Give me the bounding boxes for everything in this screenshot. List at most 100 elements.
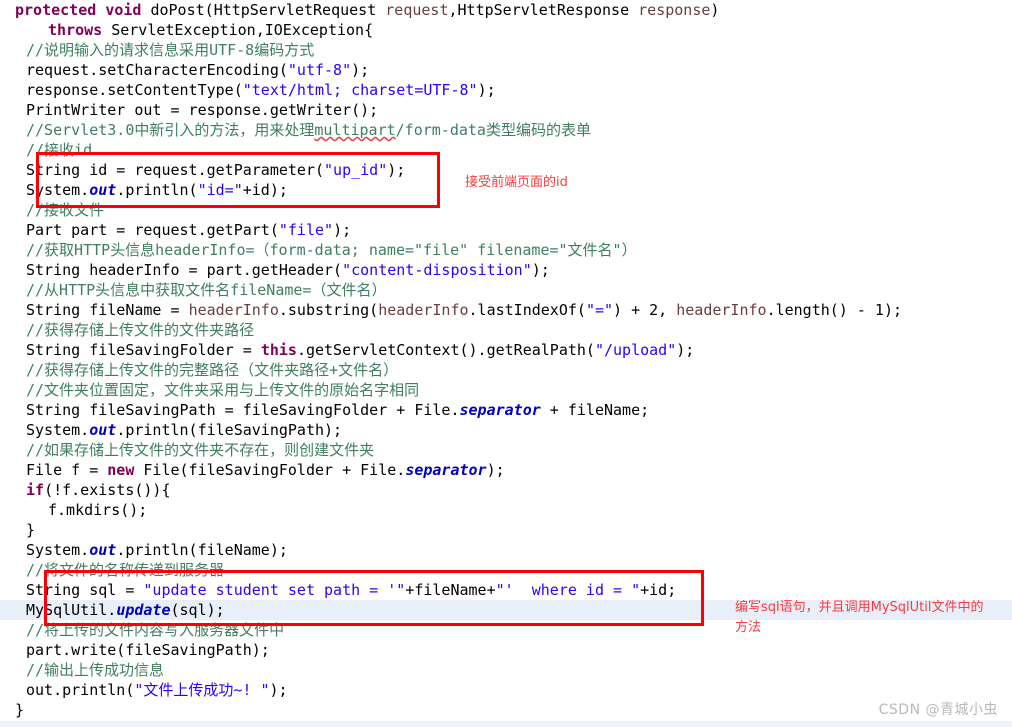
code-token: ); <box>486 461 505 479</box>
code-token: ); <box>477 81 496 99</box>
code-token: sql = <box>80 581 144 599</box>
receive-id-note: 接受前端页面的id <box>465 175 568 190</box>
code-token: .substring( <box>278 301 379 319</box>
code-token: void <box>105 1 142 19</box>
code-line[interactable]: //将文件的名称传递到服务器 <box>0 560 1012 580</box>
code-token: String <box>26 301 81 319</box>
code-line[interactable]: f.mkdirs(); <box>0 500 1012 520</box>
code-token: separator <box>405 461 487 479</box>
code-line[interactable]: System.out.println(fileName); <box>0 540 1012 560</box>
code-line[interactable]: //文件夹位置固定，文件夹采用与上传文件的原始名字相同 <box>0 380 1012 400</box>
code-token: request <box>385 1 449 19</box>
code-token: request.setCharacterEncoding( <box>26 61 288 79</box>
code-token: //获取HTTP头信息headerInfo=（form-data; name="… <box>26 241 637 259</box>
code-line[interactable]: out.println("文件上传成功~! "); <box>0 680 1012 700</box>
code-line[interactable]: String sql = "update student set path = … <box>0 580 1012 600</box>
code-line[interactable]: //获取HTTP头信息headerInfo=（form-data; name="… <box>0 240 1012 260</box>
code-line[interactable]: String fileSavingFolder = this.getServle… <box>0 340 1012 360</box>
code-token: PrintWriter <box>26 101 126 119</box>
code-token: String <box>26 261 81 279</box>
code-editor-screenshot: protected void doPost(HttpServletRequest… <box>0 0 1012 727</box>
code-token: "text/html; charset=UTF-8" <box>242 81 478 99</box>
code-line[interactable]: //获得存储上传文件的文件夹路径 <box>0 320 1012 340</box>
code-token: //Servlet3.0中新引入的方法，用来处理 <box>26 121 315 139</box>
code-line[interactable]: Part part = request.getPart("file"); <box>0 220 1012 240</box>
code-token: headerInfo <box>676 301 767 319</box>
code-token: //将文件的名称传递到服务器 <box>26 561 225 579</box>
code-line[interactable]: //Servlet3.0中新引入的方法，用来处理multipart/form-d… <box>0 120 1012 140</box>
code-token: String <box>26 341 81 359</box>
code-line[interactable]: throws ServletException,IOException{ <box>0 20 1012 40</box>
code-token: ); <box>676 341 695 359</box>
code-token: response.setContentType( <box>26 81 243 99</box>
code-token: .println(fileSavingPath); <box>116 421 343 439</box>
code-line[interactable]: //输出上传成功信息 <box>0 660 1012 680</box>
code-token: out <box>89 421 117 439</box>
code-token: .println(fileName); <box>116 541 288 559</box>
code-line[interactable]: File f = new File(fileSavingFolder + Fil… <box>0 460 1012 480</box>
code-token: this <box>260 341 297 359</box>
code-token: (!f.exists()){ <box>44 481 171 499</box>
code-token: } <box>15 701 25 719</box>
code-line[interactable]: request.setCharacterEncoding("utf-8"); <box>0 60 1012 80</box>
code-line[interactable]: } <box>0 520 1012 540</box>
code-line[interactable]: String fileSavingPath = fileSavingFolder… <box>0 400 1012 420</box>
bottom-strip <box>0 721 1012 727</box>
code-line[interactable]: System.out.println(fileSavingPath); <box>0 420 1012 440</box>
code-token: .println( <box>116 181 198 199</box>
code-token: //文件夹位置固定，文件夹采用与上传文件的原始名字相同 <box>26 381 420 399</box>
code-line[interactable]: //获得存储上传文件的完整路径（文件夹路径+文件名） <box>0 360 1012 380</box>
code-token: System. <box>26 541 90 559</box>
code-token: update <box>116 601 171 619</box>
code-token: . <box>107 601 117 619</box>
code-token: File <box>414 401 451 419</box>
code-line[interactable]: response.setContentType("text/html; char… <box>0 80 1012 100</box>
code-token: ); <box>333 221 352 239</box>
code-token: +id); <box>242 181 288 199</box>
code-token: throws <box>48 21 103 39</box>
code-token: id = request.getParameter( <box>80 161 325 179</box>
code-token: doPost( <box>141 1 214 19</box>
code-token: (sql); <box>170 601 225 619</box>
code-token: (fileSavingFolder + <box>179 461 361 479</box>
code-line[interactable]: part.write(fileSavingPath); <box>0 640 1012 660</box>
code-line[interactable]: //说明输入的请求信息采用UTF-8编码方式 <box>0 40 1012 60</box>
code-line[interactable]: protected void doPost(HttpServletRequest… <box>0 0 1012 20</box>
code-token: //获得存储上传文件的完整路径（文件夹路径+文件名） <box>26 361 399 379</box>
csdn-watermark: CSDN @青城小虫 <box>878 702 998 718</box>
code-line[interactable]: //从HTTP头信息中获取文件名fileName=（文件名） <box>0 280 1012 300</box>
code-token: //输出上传成功信息 <box>26 661 165 679</box>
code-token: multipart <box>314 121 396 139</box>
code-token: "utf-8" <box>287 61 352 79</box>
code-token: part.write(fileSavingPath); <box>26 641 270 659</box>
code-token: MySqlUtil <box>26 601 108 619</box>
code-token: //如果存储上传文件的文件夹不存在，则创建文件夹 <box>26 441 375 459</box>
code-token: "id=" <box>197 181 243 199</box>
code-token: //说明输入的请求信息采用UTF-8编码方式 <box>26 41 315 59</box>
code-token: String <box>26 161 81 179</box>
code-token: HttpServletRequest <box>213 1 377 19</box>
code-token: ) + 2, <box>613 301 677 319</box>
code-line[interactable]: //接收文件 <box>0 200 1012 220</box>
code-line[interactable]: //如果存储上传文件的文件夹不存在，则创建文件夹 <box>0 440 1012 460</box>
code-token: response <box>638 1 711 19</box>
code-line[interactable]: String headerInfo = part.getHeader("cont… <box>0 260 1012 280</box>
code-token: System. <box>26 181 90 199</box>
code-line[interactable]: } <box>0 700 1012 720</box>
code-token: File <box>143 461 180 479</box>
code-token: //获得存储上传文件的文件夹路径 <box>26 321 255 339</box>
code-token: "up_id" <box>324 161 388 179</box>
code-token: +id; <box>640 581 677 599</box>
code-line[interactable]: String fileName = headerInfo.substring(h… <box>0 300 1012 320</box>
code-token: Part <box>26 221 63 239</box>
code-token: f = <box>62 461 108 479</box>
code-token: "file" <box>278 221 334 239</box>
code-token: ); <box>351 61 370 79</box>
code-token: out <box>89 541 117 559</box>
code-line[interactable]: if(!f.exists()){ <box>0 480 1012 500</box>
code-line[interactable]: PrintWriter out = response.getWriter(); <box>0 100 1012 120</box>
code-line[interactable]: //接收id <box>0 140 1012 160</box>
code-token: "文件上传成功~! " <box>134 681 270 699</box>
